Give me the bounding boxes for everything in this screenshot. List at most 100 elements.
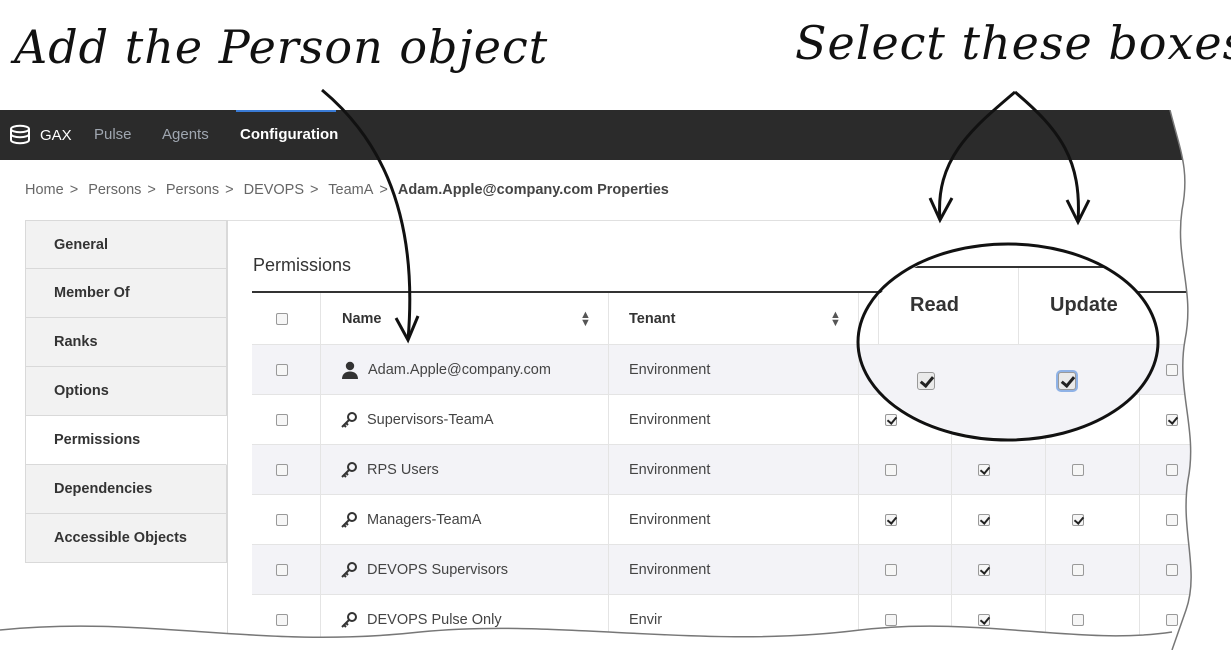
name-cell: DEVOPS Supervisors — [340, 545, 508, 594]
permission-checkbox[interactable] — [978, 463, 990, 476]
row-tenant: Envir — [629, 611, 663, 628]
column-divider — [1045, 545, 1046, 594]
breadcrumb-home[interactable]: Home — [25, 182, 64, 198]
column-header-tenant[interactable]: Tenant — [629, 293, 675, 344]
row-tenant: Environment — [629, 511, 711, 528]
content-border — [227, 220, 228, 650]
permission-checkbox[interactable] — [978, 513, 990, 526]
permission-checkbox[interactable] — [978, 613, 990, 626]
permission-cell — [978, 595, 990, 644]
breadcrumb-devops[interactable]: DEVOPS — [244, 182, 304, 198]
row-name[interactable]: DEVOPS Supervisors — [367, 562, 508, 578]
breadcrumb: Home > Persons > Persons > DEVOPS > TeamA > A… — [25, 182, 675, 198]
row-name[interactable]: Supervisors-TeamA — [367, 412, 494, 428]
column-divider — [858, 595, 859, 644]
update-checkbox[interactable] — [1058, 372, 1076, 390]
sort-tenant-icon[interactable]: ▲ ▼ — [830, 293, 841, 344]
column-divider — [1139, 545, 1140, 594]
sidebar-item-general[interactable]: General — [25, 220, 227, 269]
permission-cell — [978, 445, 990, 494]
permission-cell — [1072, 595, 1084, 644]
nav-configuration[interactable]: Configuration — [240, 110, 338, 160]
breadcrumb-teama[interactable]: TeamA — [328, 182, 373, 198]
nav-pulse[interactable]: Pulse — [94, 110, 132, 160]
name-cell: Managers-TeamA — [340, 495, 481, 544]
permission-checkbox[interactable] — [1166, 413, 1178, 426]
row-select-cell — [276, 495, 288, 544]
permission-cell — [978, 495, 990, 544]
key-icon — [341, 461, 357, 478]
column-divider — [320, 545, 321, 594]
name-cell: RPS Users — [340, 445, 439, 494]
permission-checkbox[interactable] — [885, 613, 897, 626]
row-select-checkbox[interactable] — [276, 563, 288, 576]
breadcrumb-persons[interactable]: Persons — [88, 182, 141, 198]
column-header-read[interactable]: Read — [910, 294, 959, 317]
sidebar-item-accessible-objects[interactable]: Accessible Objects — [25, 514, 227, 563]
column-divider — [951, 445, 952, 494]
permission-checkbox[interactable] — [1072, 513, 1084, 526]
read-checkbox[interactable] — [917, 372, 935, 390]
permission-checkbox[interactable] — [1072, 613, 1084, 626]
column-divider — [320, 595, 321, 644]
column-divider — [1045, 495, 1046, 544]
row-name[interactable]: Adam.Apple@company.com — [368, 362, 551, 378]
permission-checkbox[interactable] — [885, 563, 897, 576]
permission-checkbox[interactable] — [885, 513, 897, 526]
section-title: Permissions — [253, 255, 352, 275]
column-divider — [320, 293, 321, 344]
permission-checkbox[interactable] — [1166, 613, 1178, 626]
name-cell: Supervisors-TeamA — [340, 395, 494, 444]
breadcrumb-persons-2[interactable]: Persons — [166, 182, 219, 198]
permission-checkbox[interactable] — [978, 563, 990, 576]
breadcrumb-separator: > — [310, 182, 319, 198]
breadcrumb-separator: > — [69, 182, 79, 198]
column-divider — [608, 445, 609, 494]
zoom-header-rule — [860, 266, 1158, 268]
key-icon — [341, 561, 357, 578]
permission-checkbox[interactable] — [1166, 563, 1178, 576]
permission-cell — [1166, 545, 1178, 594]
permission-checkbox[interactable] — [885, 463, 897, 476]
column-header-name[interactable]: Name — [342, 293, 382, 344]
row-select-checkbox[interactable] — [276, 513, 288, 526]
row-name[interactable]: DEVOPS Pulse Only — [367, 612, 502, 628]
permission-checkbox[interactable] — [1166, 513, 1178, 526]
sidebar-item-member-of[interactable]: Member Of — [25, 269, 227, 318]
row-select-checkbox[interactable] — [276, 363, 288, 376]
nav-agents[interactable]: Agents — [162, 110, 209, 160]
sort-name-icon[interactable]: ▲ ▼ — [580, 293, 591, 344]
table-row[interactable]: DEVOPS Pulse Only Envir — [252, 594, 1231, 644]
row-select-cell — [276, 445, 288, 494]
sidebar-item-options[interactable]: Options — [25, 367, 227, 416]
row-name[interactable]: RPS Users — [367, 462, 439, 478]
permission-cell — [1072, 545, 1084, 594]
row-select-checkbox[interactable] — [276, 463, 288, 476]
sidebar-item-ranks[interactable]: Ranks — [25, 318, 227, 367]
row-name[interactable]: Managers-TeamA — [367, 512, 481, 528]
table-row[interactable]: DEVOPS Supervisors Environment — [252, 544, 1231, 594]
tenant-cell: Environment — [629, 545, 710, 594]
column-divider — [858, 545, 859, 594]
table-row[interactable]: Managers-TeamA Environment — [252, 494, 1231, 544]
top-navigation-bar: GAX Pulse Agents Configuration — [0, 110, 1231, 160]
breadcrumb-separator: > — [147, 182, 156, 198]
brand[interactable]: GAX — [8, 110, 72, 160]
table-row[interactable]: RPS Users Environment — [252, 444, 1231, 494]
column-divider — [608, 293, 609, 344]
row-select-checkbox[interactable] — [276, 413, 288, 426]
permission-cell — [1166, 495, 1178, 544]
select-all-checkbox[interactable] — [276, 312, 288, 325]
zoom-row-shade — [860, 345, 1158, 438]
permission-checkbox[interactable] — [1072, 563, 1084, 576]
sidebar-item-dependencies[interactable]: Dependencies — [25, 465, 227, 514]
column-header-update[interactable]: Update — [1050, 294, 1118, 317]
column-divider — [320, 495, 321, 544]
permission-checkbox[interactable] — [1166, 463, 1178, 476]
permission-checkbox[interactable] — [1166, 363, 1178, 376]
column-divider — [858, 345, 859, 394]
sidebar-item-permissions[interactable]: Permissions — [25, 416, 227, 465]
permission-checkbox[interactable] — [1072, 463, 1084, 476]
row-select-checkbox[interactable] — [276, 613, 288, 626]
column-divider — [1045, 595, 1046, 644]
